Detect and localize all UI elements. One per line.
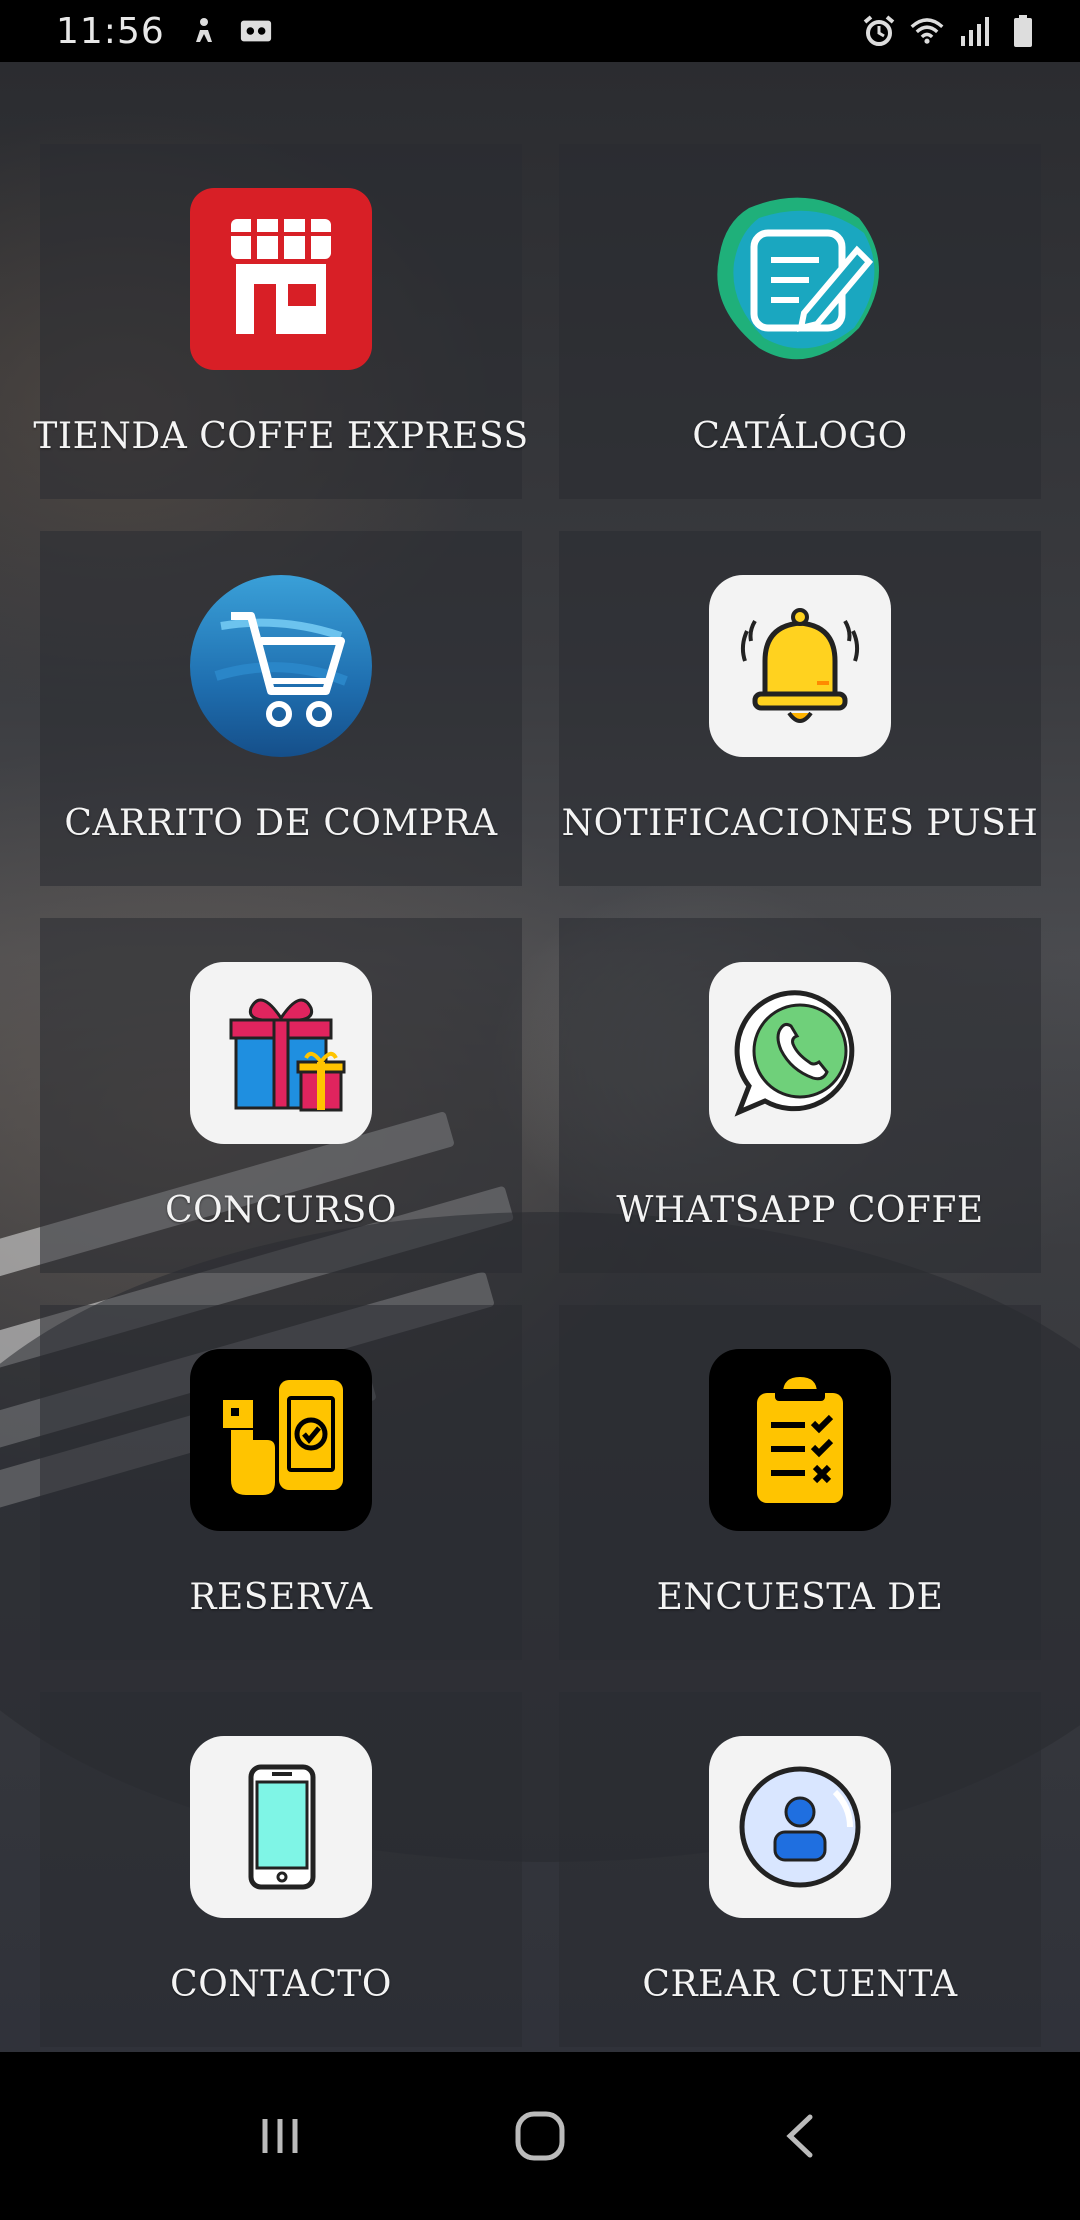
tile-label: RESERVA [189,1577,373,1618]
bell-icon [709,575,891,757]
wifi-icon [910,14,944,48]
accessibility-icon [187,14,221,48]
tile-label: CATÁLOGO [692,416,908,457]
tile-label: CONCURSO [165,1190,397,1231]
tile-concurso[interactable]: CONCURSO [40,918,522,1273]
store-icon [190,188,372,370]
home-icon[interactable] [495,2091,585,2181]
navigation-bar [0,2052,1080,2220]
tile-label: CONTACTO [170,1964,392,2005]
mobile-reservation-icon [190,1349,372,1531]
battery-icon [1006,14,1040,48]
tile-label: CREAR CUENTA [642,1964,958,2005]
voicemail-icon [239,14,273,48]
tile-label: NOTIFICACIONES PUSH [561,803,1039,844]
tile-crear-cuenta[interactable]: CREAR CUENTA [559,1692,1041,2047]
tile-carrito[interactable]: CARRITO DE COMPRA [40,531,522,886]
shopping-cart-icon [190,575,372,757]
signal-icon [958,14,992,48]
back-icon[interactable] [755,2091,845,2181]
alarm-icon [862,14,896,48]
tile-contacto[interactable]: CONTACTO [40,1692,522,2047]
tile-reserva[interactable]: RESERVA [40,1305,522,1660]
tile-whatsapp[interactable]: WHATSAPP COFFE [559,918,1041,1273]
checklist-clipboard-icon [709,1349,891,1531]
notepad-pencil-icon [709,188,891,370]
smartphone-icon [190,1736,372,1918]
tile-encuesta[interactable]: ENCUESTA DE [559,1305,1041,1660]
tile-label: CARRITO DE COMPRA [64,803,498,844]
tile-catalogo[interactable]: CATÁLOGO [559,144,1041,499]
recent-apps-icon[interactable] [235,2091,325,2181]
user-profile-icon [709,1736,891,1918]
tile-label: ENCUESTA DE [656,1577,944,1618]
tile-tienda[interactable]: TIENDA COFFE EXPRESS [33,144,528,499]
gift-icon [190,962,372,1144]
tile-notificaciones[interactable]: NOTIFICACIONES PUSH [559,531,1041,886]
tile-label: TIENDA COFFE EXPRESS [33,416,529,457]
status-bar: 11:56 [0,0,1080,62]
tile-label: WHATSAPP COFFE [616,1190,984,1231]
whatsapp-icon [709,962,891,1144]
status-time: 11:56 [56,10,165,52]
